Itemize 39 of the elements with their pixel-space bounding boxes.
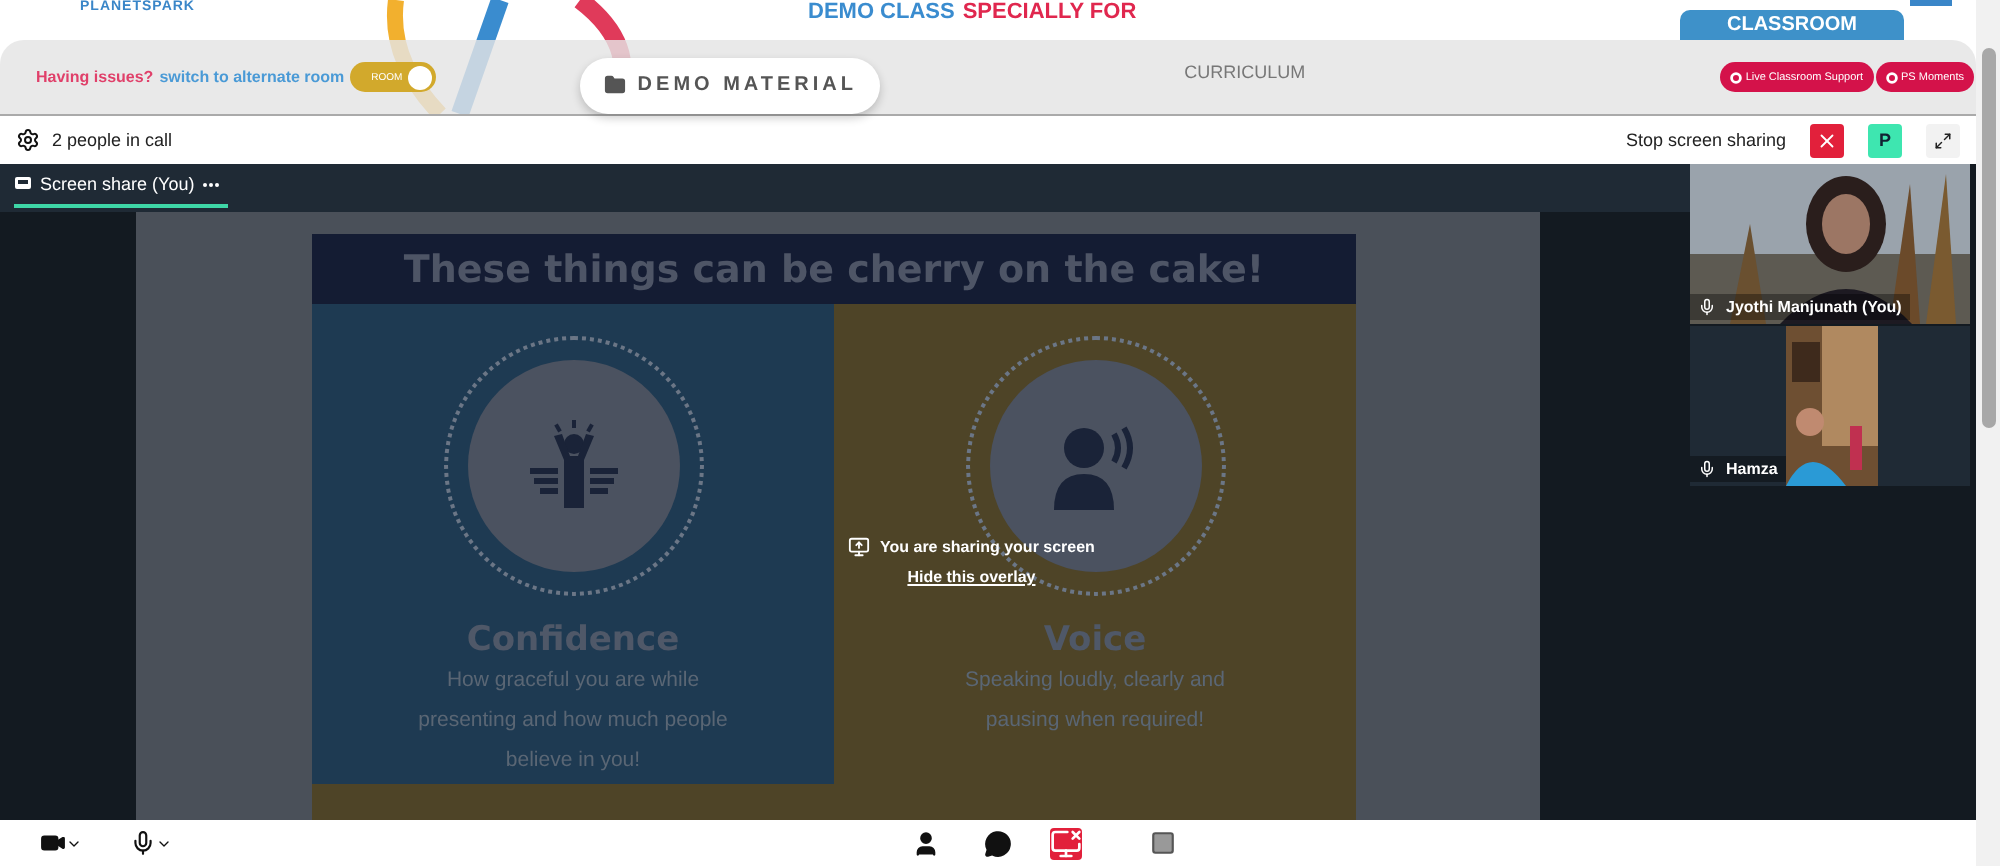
stop-sharing-label: Stop screen sharing xyxy=(1625,130,1786,150)
classroom-tab[interactable]: CLASSROOM xyxy=(1680,10,1904,40)
fullscreen-button[interactable] xyxy=(1926,123,1960,157)
share-screen-icon xyxy=(848,536,870,558)
close-icon xyxy=(1816,129,1838,151)
scrollbar-thumb[interactable] xyxy=(1981,48,1995,428)
card-text: How graceful you are while presenting and how much people believe in you! xyxy=(416,666,730,776)
camera-icon xyxy=(40,830,66,856)
nav-tab[interactable]: CURRICULUM xyxy=(1184,51,1306,91)
participant-name: Hamza xyxy=(1726,460,1778,478)
folder-icon xyxy=(603,74,626,96)
nav-tab[interactable]: DEMO MATERIAL xyxy=(580,57,881,113)
hide-overlay-link[interactable]: Hide this overlay xyxy=(907,568,1036,586)
settings-icon[interactable] xyxy=(16,128,40,152)
people-count: 2 people in call xyxy=(52,130,173,150)
mic-icon xyxy=(1698,460,1716,478)
person-arms-raised-icon xyxy=(525,420,621,512)
more-icon[interactable] xyxy=(202,181,221,187)
avatar-button[interactable]: P xyxy=(1868,123,1902,157)
header-title: DEMO CLASS xyxy=(808,0,955,24)
card-title: Voice xyxy=(1043,620,1147,660)
sharing-message: You are sharing your screen xyxy=(880,538,1095,556)
participants-button[interactable] xyxy=(912,829,940,857)
circle-icon xyxy=(1885,71,1898,83)
slide-title: These things can be cherry on the cake! xyxy=(312,234,1356,304)
header-title-highlight: SPECIALLY FOR xyxy=(962,0,1137,24)
whiteboard-button[interactable] xyxy=(1150,830,1176,856)
screen-share-tab[interactable]: Screen share (You) xyxy=(14,164,229,208)
circle-icon xyxy=(1729,71,1742,83)
mic-icon xyxy=(130,830,156,856)
close-button[interactable] xyxy=(1810,123,1844,157)
camera-button[interactable] xyxy=(40,830,82,856)
notice-text: Having issues? xyxy=(36,68,154,86)
chat-button[interactable] xyxy=(984,829,1012,857)
expand-icon xyxy=(1934,131,1952,149)
stop-share-button[interactable] xyxy=(1050,827,1082,859)
card-text: Speaking loudly, clearly and pausing when required! xyxy=(963,666,1227,736)
monitor-icon xyxy=(14,176,32,192)
mic-button[interactable] xyxy=(130,830,172,856)
